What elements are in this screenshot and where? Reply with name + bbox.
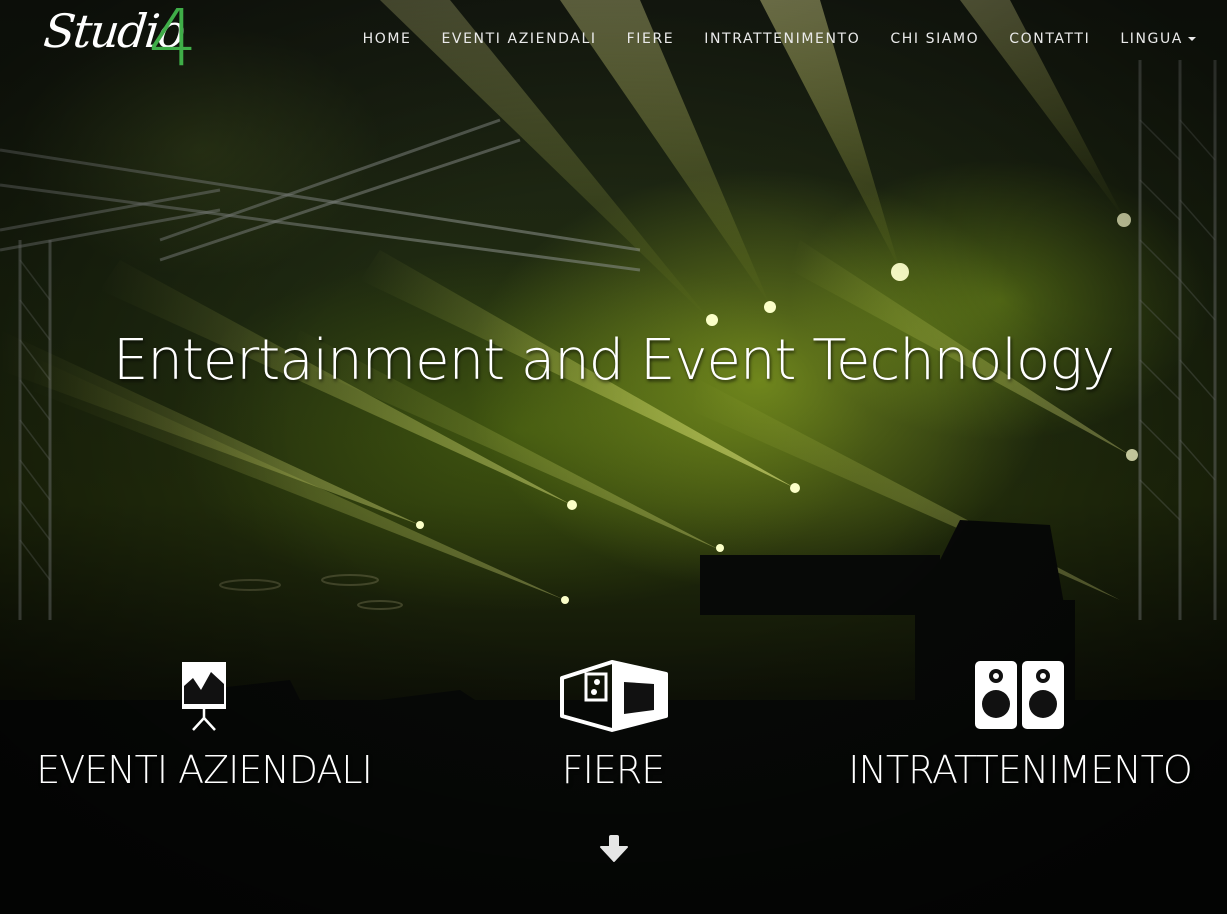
nav-eventi-aziendali[interactable]: EVENTI AZIENDALI bbox=[426, 29, 611, 49]
scroll-down-button[interactable] bbox=[598, 832, 630, 864]
nav-contatti[interactable]: CONTATTI bbox=[994, 29, 1105, 49]
nav-lingua-dropdown[interactable]: LINGUA bbox=[1105, 29, 1196, 49]
hero-title: Entertainment and Event Technology bbox=[112, 328, 1115, 393]
main-nav: HOME EVENTI AZIENDALI FIERE INTRATTENIME… bbox=[348, 29, 1196, 49]
service-label: INTRATTENIMENTO bbox=[848, 748, 1193, 792]
presentation-board-icon bbox=[4, 660, 404, 732]
service-fiere[interactable]: FIERE bbox=[413, 660, 813, 792]
nav-lingua-label: LINGUA bbox=[1120, 31, 1183, 47]
nav-chi-siamo[interactable]: CHI SIAMO bbox=[875, 29, 994, 49]
arrow-down-icon bbox=[600, 835, 628, 862]
caret-down-icon bbox=[1188, 37, 1196, 41]
nav-fiere[interactable]: FIERE bbox=[612, 29, 690, 49]
speakers-icon bbox=[820, 660, 1220, 732]
service-label: FIERE bbox=[561, 748, 666, 792]
brand-logo[interactable]: Studio 4 bbox=[41, 0, 204, 84]
service-eventi-aziendali[interactable]: EVENTI AZIENDALI bbox=[4, 660, 404, 792]
service-label: EVENTI AZIENDALI bbox=[36, 748, 373, 792]
logo-number: 4 bbox=[148, 0, 198, 84]
service-intrattenimento[interactable]: INTRATTENIMENTO bbox=[820, 660, 1220, 792]
nav-intrattenimento[interactable]: INTRATTENIMENTO bbox=[689, 29, 875, 49]
trade-booth-icon bbox=[413, 660, 813, 732]
nav-home[interactable]: HOME bbox=[348, 29, 427, 49]
